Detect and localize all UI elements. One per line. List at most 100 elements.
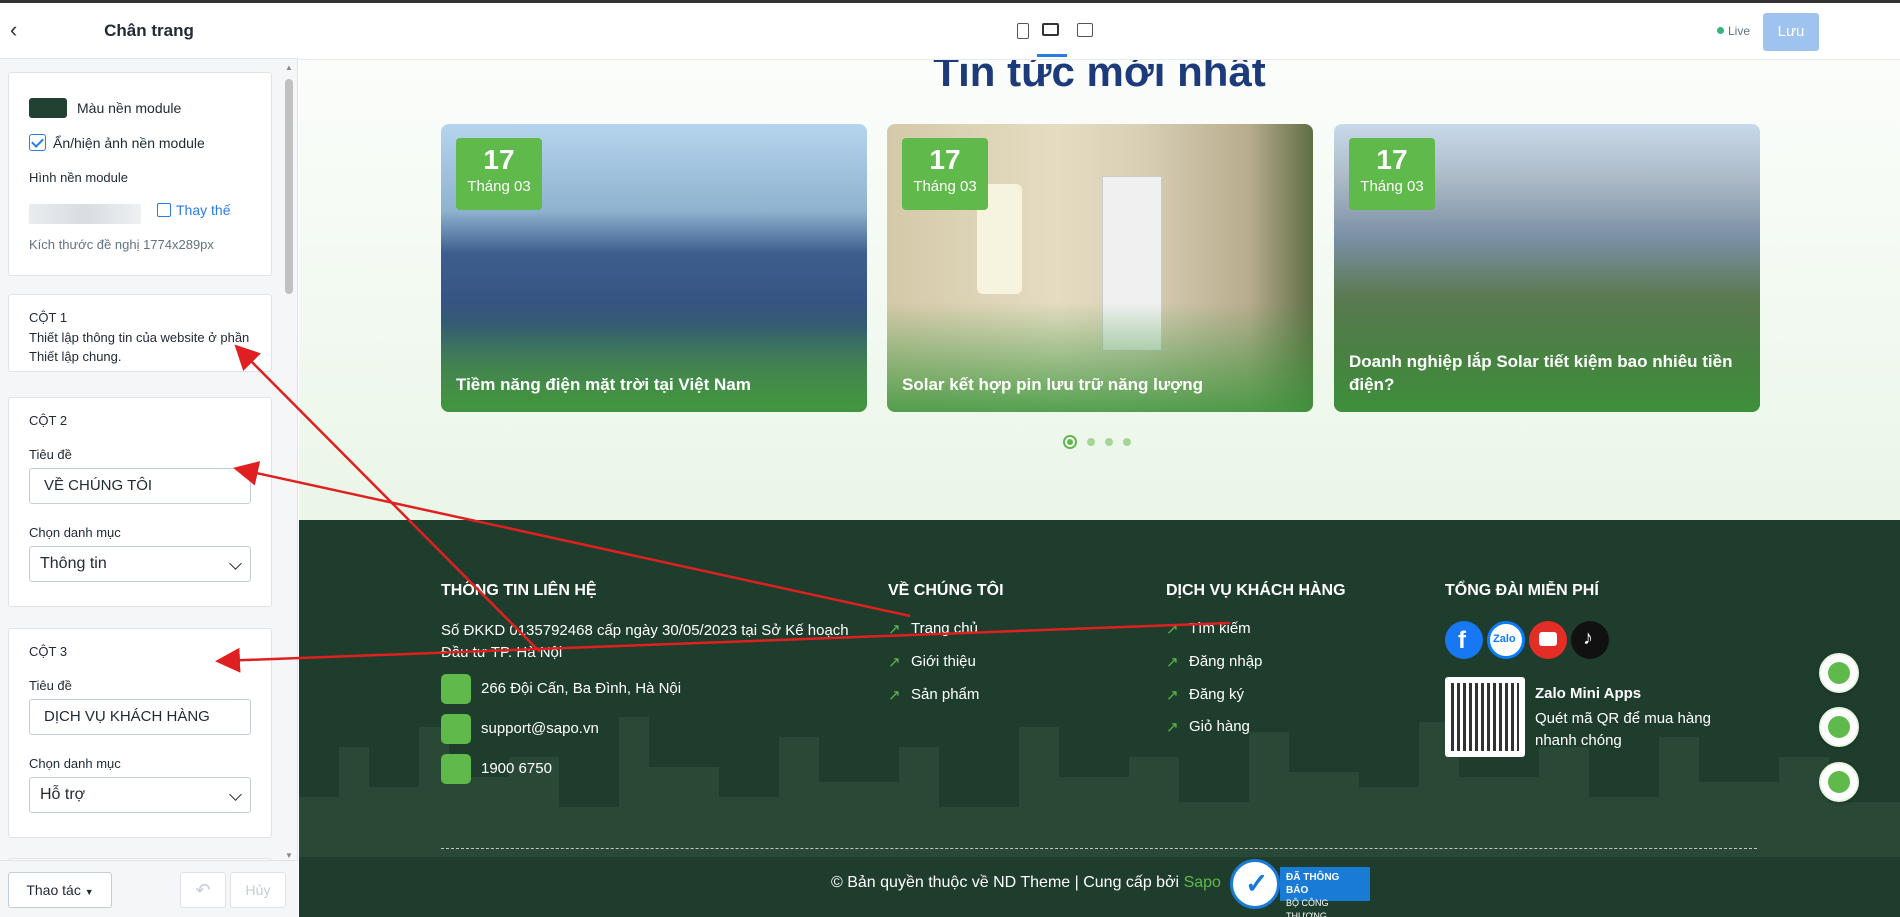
chevron-down-icon: [229, 557, 242, 570]
zalo-icon[interactable]: Zalo: [1487, 621, 1525, 659]
save-button[interactable]: Lưu: [1763, 13, 1819, 51]
news-date-badge: 17 Tháng 03: [902, 138, 988, 210]
news-month: Tháng 03: [913, 178, 977, 195]
news-date-badge: 17 Tháng 03: [1349, 138, 1435, 210]
news-month: Tháng 03: [1360, 178, 1424, 195]
pagination-dot[interactable]: [1087, 437, 1095, 446]
column-2-category-label: Chọn danh mục: [29, 525, 121, 540]
phone-link[interactable]: 1900 6750: [481, 758, 552, 780]
actions-dropdown[interactable]: Thao tác ▼: [8, 872, 112, 908]
mini-app-desc: Quét mã QR để mua hàng nhanh chóng: [1535, 710, 1711, 749]
arrow-up-right-icon: ↗: [1166, 621, 1179, 638]
arrow-up-right-icon: ↗: [888, 654, 901, 671]
copyright-prefix: © Bản quyền thuộc về ND Theme | Cung cấp…: [831, 874, 1180, 891]
youtube-icon[interactable]: [1529, 621, 1567, 659]
size-hint: Kích thước đề nghị 1774x289px: [29, 237, 214, 252]
column-3-heading-label: Tiêu đề: [29, 678, 72, 693]
chevron-down-icon: [229, 788, 242, 801]
caret-down-icon: ▼: [84, 887, 94, 897]
active-device-indicator: [1037, 54, 1067, 57]
column-2-category-select[interactable]: Thông tin: [29, 546, 251, 582]
location-icon: [441, 674, 471, 704]
scroll-up-arrow[interactable]: ▲: [285, 63, 293, 72]
footer-link[interactable]: Đăng ký: [1189, 686, 1244, 703]
undo-icon: ↶: [195, 880, 211, 900]
news-day: 17: [483, 144, 515, 175]
contact-title: THÔNG TIN LIÊN HỆ: [441, 582, 597, 599]
footer-link[interactable]: Sản phẩm: [911, 686, 979, 703]
arrow-up-right-icon: ↗: [1166, 719, 1179, 736]
messenger-float-button[interactable]: [1819, 707, 1859, 747]
news-card[interactable]: 17 Tháng 03 Tiềm năng điện mặt trời tại V…: [441, 124, 867, 412]
badge-text: ĐÃ THÔNG BÁO BỘ CÔNG THƯƠNG: [1280, 867, 1370, 917]
cancel-button[interactable]: Hủy: [230, 872, 286, 908]
news-month: Tháng 03: [467, 178, 531, 195]
sidebar-scrollbar[interactable]: [285, 79, 293, 294]
tiktok-float-button[interactable]: [1819, 653, 1859, 693]
badge-line1: ĐÃ THÔNG BÁO: [1286, 872, 1340, 896]
footer-divider: [441, 848, 1757, 849]
footer-link[interactable]: Giỏ hàng: [1189, 718, 1250, 735]
scroll-top-button[interactable]: [1819, 762, 1859, 802]
sapo-link[interactable]: Sapo: [1184, 874, 1221, 891]
address-text: 266 Đội Cấn, Ba Đình, Hà Nội: [481, 680, 682, 697]
copyright-text: © Bản quyền thuộc về ND Theme | Cung cấp…: [831, 874, 1221, 892]
facebook-icon[interactable]: f: [1445, 621, 1483, 659]
footer-link[interactable]: Trang chủ: [911, 620, 978, 637]
zalo-qr-code: [1445, 677, 1525, 757]
live-label: Live: [1728, 24, 1751, 38]
ministry-badge[interactable]: ✓ ĐÃ THÔNG BÁO BỘ CÔNG THƯƠNG: [1230, 859, 1370, 917]
check-icon: ✓: [1230, 859, 1280, 909]
replace-image-button[interactable]: Thay thế: [157, 202, 230, 218]
arrow-up-right-icon: ↗: [1166, 654, 1179, 671]
email-link[interactable]: support@sapo.vn: [481, 718, 599, 740]
news-caption: Doanh nghiệp lắp Solar tiết kiệm bao nhi…: [1349, 352, 1733, 394]
news-section: Tin tức mới nhất 17 Tháng 03 Tiềm năng đi…: [299, 60, 1900, 520]
sidebar-header: ‹ Chân trang: [0, 3, 298, 59]
news-title: Tin tức mới nhất: [933, 60, 1266, 95]
scroll-down-arrow[interactable]: ▼: [285, 851, 293, 860]
pagination-dot[interactable]: [1063, 434, 1077, 449]
bg-image-toggle-label: Ẩn/hiện ảnh nền module: [53, 135, 205, 151]
fullwidth-view-icon[interactable]: [1077, 23, 1093, 37]
settings-sidebar: ‹ Chân trang Màu nền module Ẩn/hiện ảnh …: [0, 3, 298, 917]
column-2-heading-input[interactable]: VỀ CHÚNG TÔI: [29, 468, 251, 504]
footer-link[interactable]: Giới thiệu: [911, 653, 976, 670]
bg-color-swatch[interactable]: [29, 98, 67, 118]
column-3-title: CỘT 3: [29, 644, 68, 659]
footer-link[interactable]: Đăng nhập: [1189, 653, 1262, 670]
sidebar-footer: Thao tác ▼ ↶ Hủy: [0, 860, 298, 917]
news-card[interactable]: 17 Tháng 03 Doanh nghiệp lắp Solar tiết k…: [1334, 124, 1760, 412]
registration-text: Số ĐKKD 0135792468 cấp ngày 30/05/2023 t…: [441, 622, 849, 661]
desktop-view-icon[interactable]: [1042, 23, 1059, 36]
mobile-view-icon[interactable]: [1017, 23, 1029, 39]
service-title: DỊCH VỤ KHÁCH HÀNG: [1166, 582, 1346, 599]
sidebar-scroll-area: Màu nền module Ẩn/hiện ảnh nền module Hì…: [0, 60, 298, 860]
column-3-card: CỘT 3 Tiêu đề DỊCH VỤ KHÁCH HÀNG Chọn da…: [8, 628, 272, 838]
news-day: 17: [1376, 144, 1408, 175]
news-card[interactable]: 17 Tháng 03 Solar kết hợp pin lưu trữ năn…: [887, 124, 1313, 412]
column-1-card: CỘT 1 Thiết lập thông tin của website ở …: [8, 294, 272, 372]
tiktok-icon[interactable]: ♪: [1571, 621, 1609, 659]
column-3-category-select[interactable]: Hỗ trợ: [29, 777, 251, 813]
undo-button[interactable]: ↶: [180, 872, 226, 908]
footer-link[interactable]: Tìm kiếm: [1189, 620, 1251, 637]
arrow-up-right-icon: ↗: [1166, 687, 1179, 704]
bg-color-label: Màu nền module: [77, 100, 182, 116]
column-3-heading-input[interactable]: DỊCH VỤ KHÁCH HÀNG: [29, 699, 251, 735]
column-3-category-value: Hỗ trợ: [40, 786, 86, 803]
chevron-up-icon: [1828, 771, 1850, 793]
column-2-category-value: Thông tin: [40, 555, 107, 572]
column-2-title: CỘT 2: [29, 413, 68, 428]
preview-toolbar: Live Lưu: [299, 3, 1900, 60]
pagination-dot[interactable]: [1123, 437, 1131, 446]
bg-image-thumbnail: [29, 204, 141, 224]
carousel-pagination: [1063, 433, 1141, 449]
messenger-icon: [1828, 716, 1850, 738]
bg-image-checkbox[interactable]: [29, 134, 46, 151]
news-caption: Tiềm năng điện mặt trời tại Việt Nam: [456, 375, 751, 394]
news-day: 17: [929, 144, 961, 175]
sidebar-title: Chân trang: [104, 21, 194, 40]
back-icon[interactable]: ‹: [10, 19, 32, 42]
pagination-dot[interactable]: [1105, 437, 1113, 446]
